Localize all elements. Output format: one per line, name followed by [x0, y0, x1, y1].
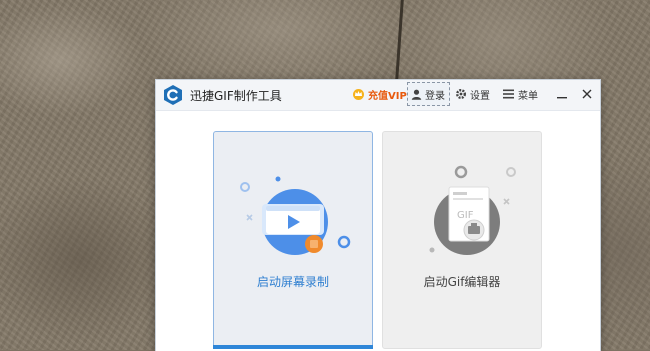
- menu-label: 菜单: [518, 90, 538, 102]
- title-bar[interactable]: 迅捷GIF制作工具 充值VIP 登录 设置 菜单: [156, 80, 600, 111]
- start-gif-editor-card[interactable]: GIF 启动Gif编辑器: [382, 131, 542, 349]
- card-selected-indicator: [213, 345, 373, 349]
- start-screen-record-card[interactable]: 启动屏幕录制: [213, 131, 373, 349]
- login-button[interactable]: 登录: [407, 82, 450, 106]
- gear-icon: [456, 89, 466, 99]
- crown-icon: [353, 89, 364, 100]
- app-logo-icon: [162, 84, 184, 106]
- screen-record-illustration: [240, 176, 351, 255]
- close-button[interactable]: [578, 85, 596, 103]
- gif-doc-text: GIF: [457, 210, 474, 221]
- user-icon: [411, 89, 422, 100]
- main-content: 启动屏幕录制 GIF 启动Gif编辑器: [156, 111, 600, 351]
- gif-editor-illustration: GIF: [429, 165, 516, 255]
- start-screen-record-label: 启动屏幕录制: [256, 275, 329, 289]
- settings-button[interactable]: 设置: [455, 83, 490, 105]
- app-window: 迅捷GIF制作工具 充值VIP 登录 设置 菜单 启动屏幕录制 GIF 启动Gi…: [155, 79, 601, 351]
- close-icon: [582, 89, 592, 99]
- hamburger-icon: [503, 89, 514, 99]
- minimize-icon: [557, 97, 567, 99]
- minimize-button[interactable]: [553, 85, 571, 103]
- login-label: 登录: [425, 90, 445, 102]
- app-title: 迅捷GIF制作工具: [190, 89, 282, 103]
- start-gif-editor-label: 启动Gif编辑器: [423, 275, 501, 289]
- menu-button[interactable]: 菜单: [503, 83, 538, 105]
- vip-button[interactable]: 充值VIP: [352, 83, 407, 105]
- vip-label: 充值VIP: [368, 90, 407, 102]
- settings-label: 设置: [470, 90, 490, 102]
